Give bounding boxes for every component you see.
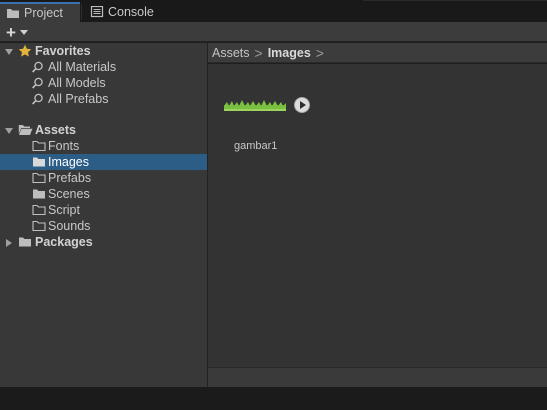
tree-item-label: Packages [35,235,93,249]
project-toolbar: + [0,22,547,42]
expand-arrow-icon[interactable] [4,238,14,248]
chevron-right-icon: > [254,44,263,61]
grass-sprite-icon [224,100,286,111]
tree-item-all-materials[interactable]: All Materials [0,59,207,75]
breadcrumb-images[interactable]: Images [268,46,311,60]
tree-item-script[interactable]: Script [0,202,207,218]
tree-item-sounds[interactable]: Sounds [0,218,207,234]
tree-item-label: All Models [48,76,106,90]
top-edge-line [363,0,547,1]
tree-item-packages[interactable]: Packages [0,234,207,250]
tree-item-favorites[interactable]: Favorites [0,43,207,59]
folder-icon [32,220,46,232]
tree-item-label: Sounds [48,219,91,233]
tree-item-label: All Prefabs [48,92,109,106]
tab-bar: Project Console [0,0,547,22]
asset-grid[interactable]: gambar1 [208,64,547,367]
tree-item-label: Script [48,203,80,217]
tree-item-label: Scenes [48,187,90,201]
tree-item-label: Fonts [48,139,80,153]
tree-item-label: Favorites [35,44,91,58]
console-icon [90,5,104,18]
status-bar [208,367,547,387]
folder-icon [32,188,46,200]
tab-divider [81,4,82,20]
plus-icon: + [6,22,16,42]
tree-item-prefabs[interactable]: Prefabs [0,170,207,186]
tree-item-label: Prefabs [48,171,92,185]
tree-item-images[interactable]: Images [0,154,207,170]
bottom-band [0,387,547,410]
breadcrumb: Assets > Images > [208,43,547,63]
tree-item-label: Assets [35,123,76,137]
tree-item-label: All Materials [48,60,117,74]
folder-icon [32,204,46,216]
search-icon [31,77,45,89]
tree-item-assets[interactable]: Assets [0,122,207,138]
tab-console[interactable]: Console [84,2,164,22]
caret-down-icon [20,30,28,35]
play-icon[interactable] [294,97,310,113]
tree-item-all-models[interactable]: All Models [0,75,207,91]
tree-item-label: Images [48,155,89,169]
folder-tree: Favorites All Materials All Models All P… [0,43,207,387]
search-icon [31,61,45,73]
folder-icon [32,172,46,184]
tree-item-all-prefabs[interactable]: All Prefabs [0,91,207,107]
tab-project[interactable]: Project [0,2,80,22]
expand-arrow-icon[interactable] [4,47,14,57]
expand-arrow-icon[interactable] [4,126,14,136]
asset-item[interactable]: gambar1 [224,96,310,156]
chevron-right-icon[interactable]: > [316,46,324,60]
tree-item-fonts[interactable]: Fonts [0,138,207,154]
tree-item-scenes[interactable]: Scenes [0,186,207,202]
breadcrumb-assets[interactable]: Assets [212,46,250,60]
asset-name[interactable]: gambar1 [234,140,277,152]
folder-icon [18,236,32,248]
tab-project-label: Project [24,6,63,20]
create-asset-button[interactable]: + [4,23,34,41]
star-icon [18,44,32,57]
folder-icon [32,156,46,168]
project-window: Project Console + Favorites All Material… [0,0,547,410]
folder-open-icon [18,124,33,136]
folder-icon [6,7,20,19]
tab-console-label: Console [108,5,154,19]
search-icon [31,93,45,105]
folder-icon [32,140,46,152]
